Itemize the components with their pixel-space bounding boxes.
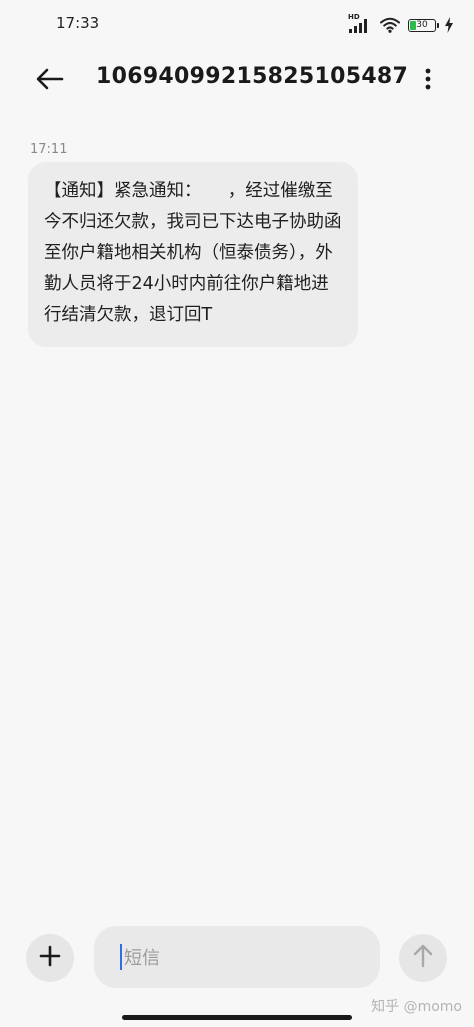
conversation-title: 10694099215825105487 bbox=[96, 64, 409, 89]
more-options-button[interactable] bbox=[416, 66, 440, 96]
message-input[interactable]: 短信 bbox=[94, 926, 380, 988]
home-indicator[interactable] bbox=[122, 1015, 352, 1020]
battery-icon: 30 bbox=[408, 18, 439, 32]
composer-bar: 短信 bbox=[0, 918, 474, 998]
charging-icon bbox=[444, 17, 454, 33]
message-bubble[interactable]: 【通知】紧急通知： ，经过催缴至今不归还欠款，我司已下达电子协助函至你户籍地相关… bbox=[28, 162, 358, 347]
battery-level: 30 bbox=[416, 19, 428, 30]
plus-icon bbox=[39, 945, 61, 971]
conversation-header: 10694099215825105487 bbox=[0, 52, 474, 108]
hd-label: HD bbox=[348, 13, 360, 21]
send-button[interactable] bbox=[399, 934, 447, 982]
message-text: 【通知】紧急通知： ，经过催缴至今不归还欠款，我司已下达电子协助函至你户籍地相关… bbox=[44, 181, 342, 325]
signal-icon: HD bbox=[348, 13, 372, 34]
message-input-placeholder: 短信 bbox=[124, 948, 160, 969]
back-button[interactable] bbox=[30, 64, 70, 98]
arrow-up-icon bbox=[412, 944, 434, 972]
status-time: 17:33 bbox=[56, 14, 100, 32]
battery-fill bbox=[410, 20, 416, 30]
status-icons: HD 30 bbox=[348, 13, 454, 36]
wifi-icon bbox=[380, 17, 400, 33]
add-attachment-button[interactable] bbox=[26, 934, 74, 982]
watermark: 知乎 @momo bbox=[371, 999, 462, 1015]
message-timestamp: 17:11 bbox=[30, 142, 68, 157]
more-vertical-icon bbox=[425, 67, 431, 95]
status-bar: 17:33 HD 30 bbox=[0, 0, 474, 52]
back-arrow-icon bbox=[36, 68, 64, 94]
text-caret bbox=[120, 944, 122, 970]
battery-tip bbox=[437, 22, 439, 28]
